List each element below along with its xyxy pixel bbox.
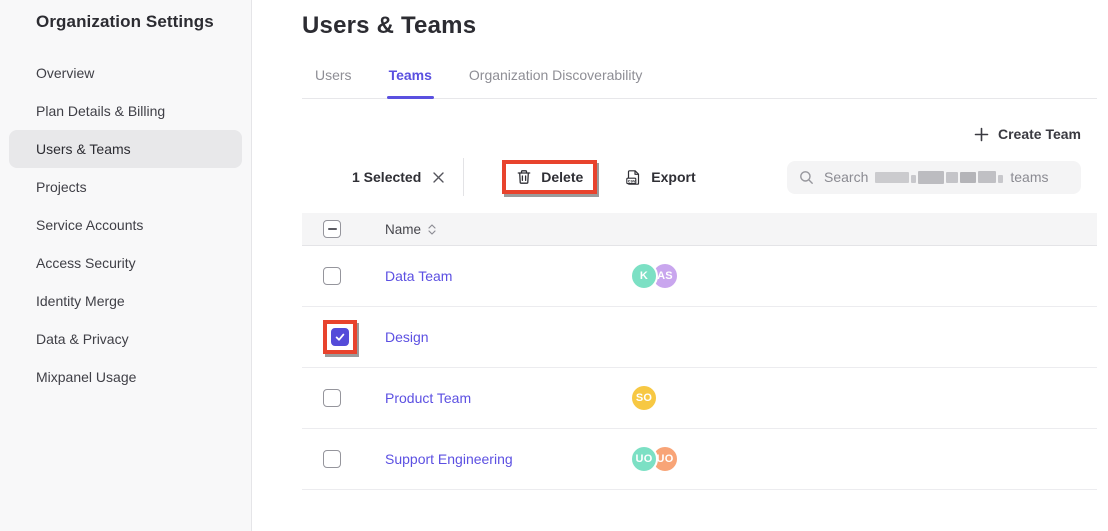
sidebar-item-label: Service Accounts: [36, 217, 143, 233]
export-label: Export: [651, 169, 695, 185]
trash-icon: [516, 169, 532, 185]
team-name-link[interactable]: Support Engineering: [385, 451, 513, 467]
sort-chevrons-icon: [428, 224, 436, 235]
tab-organization-discoverability[interactable]: Organization Discoverability: [469, 67, 643, 98]
sidebar-item-projects[interactable]: Projects: [9, 168, 242, 206]
teams-table: Name Data Team K AS: [302, 213, 1097, 490]
main-content: Users & Teams Users Teams Organization D…: [252, 0, 1108, 531]
svg-text:csv: csv: [628, 178, 636, 183]
table-row-product-team: Product Team SO: [302, 368, 1097, 429]
search-placeholder-suffix: teams: [1010, 169, 1048, 185]
sidebar-item-mixpanel-usage[interactable]: Mixpanel Usage: [9, 358, 242, 396]
sidebar-item-label: Projects: [36, 179, 87, 195]
redacted-text-block: [875, 171, 1003, 184]
table-row-data-team: Data Team K AS: [302, 246, 1097, 307]
annotation-box-checkbox: [323, 320, 357, 354]
export-button[interactable]: csv Export: [625, 169, 695, 186]
team-avatars: SO: [630, 384, 1097, 412]
create-team-row: Create Team: [302, 119, 1097, 149]
name-column-label: Name: [385, 222, 421, 237]
sidebar-item-label: Users & Teams: [36, 141, 131, 157]
sidebar-item-overview[interactable]: Overview: [9, 54, 242, 92]
table-header-row: Name: [302, 213, 1097, 246]
sidebar-item-label: Mixpanel Usage: [36, 369, 136, 385]
magnifier-icon: [799, 170, 814, 185]
create-team-label: Create Team: [998, 126, 1081, 142]
plus-icon: [974, 127, 989, 142]
row-checkbox[interactable]: [323, 450, 341, 468]
selection-toolbar: 1 Selected: [302, 154, 1097, 200]
create-team-button[interactable]: Create Team: [974, 119, 1081, 149]
sidebar-item-label: Access Security: [36, 255, 136, 271]
sidebar-nav: Overview Plan Details & Billing Users & …: [0, 54, 251, 396]
sidebar-item-label: Plan Details & Billing: [36, 103, 165, 119]
sidebar-item-data-privacy[interactable]: Data & Privacy: [9, 320, 242, 358]
toolbar-divider: [463, 158, 464, 196]
sidebar-item-service-accounts[interactable]: Service Accounts: [9, 206, 242, 244]
member-avatar: UO: [630, 445, 658, 473]
sidebar-title: Organization Settings: [0, 12, 251, 32]
app-root: Organization Settings Overview Plan Deta…: [0, 0, 1108, 531]
sidebar-item-label: Identity Merge: [36, 293, 125, 309]
row-checkbox-checked[interactable]: [331, 328, 349, 346]
clear-selection-button[interactable]: [430, 169, 447, 186]
tab-teams[interactable]: Teams: [389, 67, 432, 98]
csv-file-icon: csv: [625, 169, 642, 186]
row-checkbox[interactable]: [323, 267, 341, 285]
row-checkbox[interactable]: [323, 389, 341, 407]
team-name-link[interactable]: Data Team: [385, 268, 452, 284]
member-avatar: SO: [630, 384, 658, 412]
search-placeholder-prefix: Search: [824, 169, 868, 185]
sidebar-item-access-security[interactable]: Access Security: [9, 244, 242, 282]
selected-count-label: 1 Selected: [352, 169, 421, 185]
member-avatar: K: [630, 262, 658, 290]
tabs-bar: Users Teams Organization Discoverability: [302, 67, 1097, 99]
sidebar-item-label: Overview: [36, 65, 94, 81]
table-row-support-engineering: Support Engineering UO UO: [302, 429, 1097, 490]
sidebar: Organization Settings Overview Plan Deta…: [0, 0, 252, 531]
delete-label: Delete: [541, 169, 583, 185]
indeterminate-mark: [328, 228, 337, 230]
sidebar-item-users-teams[interactable]: Users & Teams: [9, 130, 242, 168]
team-name-link[interactable]: Design: [385, 329, 429, 345]
search-input[interactable]: Search teams: [787, 161, 1081, 194]
selected-group: 1 Selected: [352, 169, 447, 186]
team-avatars: K AS: [630, 262, 1097, 290]
sidebar-item-label: Data & Privacy: [36, 331, 129, 347]
select-all-checkbox[interactable]: [323, 220, 341, 238]
sidebar-item-identity-merge[interactable]: Identity Merge: [9, 282, 242, 320]
sidebar-item-plan-details-billing[interactable]: Plan Details & Billing: [9, 92, 242, 130]
search-placeholder: Search teams: [824, 169, 1048, 185]
team-name-link[interactable]: Product Team: [385, 390, 471, 406]
tab-users[interactable]: Users: [315, 67, 352, 98]
table-row-design: Design: [302, 307, 1097, 368]
team-avatars: UO UO: [630, 445, 1097, 473]
header-checkbox-cell: [302, 220, 385, 238]
name-column-header[interactable]: Name: [385, 222, 630, 237]
delete-button[interactable]: Delete: [516, 169, 583, 185]
page-title: Users & Teams: [302, 12, 1097, 40]
annotation-box-delete: Delete: [502, 160, 597, 194]
close-x-icon: [432, 171, 445, 184]
